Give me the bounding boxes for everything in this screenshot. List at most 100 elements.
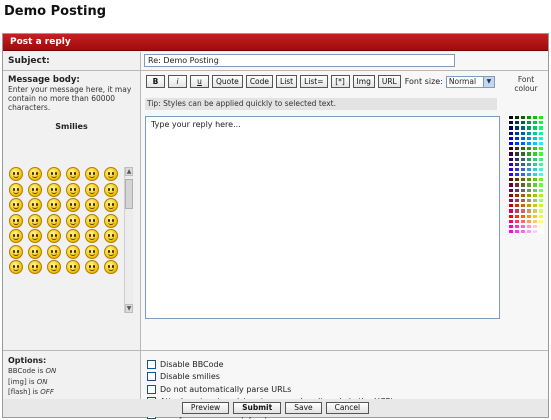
smiley-icon[interactable] xyxy=(104,182,118,197)
option-status-value: ON xyxy=(45,367,57,375)
smiley-icon[interactable] xyxy=(85,167,99,181)
smiley-icon[interactable] xyxy=(66,244,80,259)
option-status-label: [flash] is xyxy=(8,388,41,396)
subject-label-cell: Subject: xyxy=(3,52,141,70)
option-status: [flash] is OFF xyxy=(3,387,140,398)
smiley-icon[interactable] xyxy=(104,244,118,259)
format-button-list[interactable]: List= xyxy=(300,75,328,88)
smiley-icon[interactable] xyxy=(47,244,61,259)
smiley-icon[interactable] xyxy=(28,244,42,259)
format-button-list[interactable]: List xyxy=(276,75,298,88)
font-size-value: Normal xyxy=(448,77,477,86)
options-label: Options: xyxy=(8,356,47,365)
subject-label: Subject: xyxy=(8,56,50,66)
smiley-icon[interactable] xyxy=(47,167,61,181)
option-status-label: BBCode is xyxy=(8,367,46,375)
colour-swatch[interactable] xyxy=(538,229,544,235)
smiley-icon[interactable] xyxy=(66,167,80,181)
format-button-[interactable]: [*] xyxy=(330,75,350,88)
smiley-icon[interactable] xyxy=(66,229,80,243)
smiley-icon[interactable] xyxy=(9,244,23,259)
preview-button[interactable]: Preview xyxy=(181,402,230,414)
smiley-icon[interactable] xyxy=(47,198,61,212)
smiley-icon[interactable] xyxy=(9,198,23,212)
smiley-icon[interactable] xyxy=(28,229,42,243)
smiley-icon[interactable] xyxy=(28,167,42,181)
colour-palette xyxy=(508,115,544,235)
font-size-select[interactable]: Normal ▼ xyxy=(445,75,495,88)
smiley-icon[interactable] xyxy=(28,198,42,212)
smilies-scrollbar[interactable]: ▲ ▼ xyxy=(124,167,133,313)
smiley-icon[interactable] xyxy=(47,260,61,274)
option-status-value: OFF xyxy=(40,388,54,396)
smiley-icon[interactable] xyxy=(9,260,23,274)
checkbox-row[interactable]: Disable smilies xyxy=(141,371,548,384)
font-size-label: Font size: xyxy=(404,77,443,86)
message-textarea[interactable]: Type your reply here... xyxy=(145,116,500,319)
message-info-cell: Message body: Enter your message here, i… xyxy=(3,71,141,350)
option-status-label: [img] is xyxy=(8,377,37,386)
smiley-icon[interactable] xyxy=(66,198,80,212)
smiley-icon[interactable] xyxy=(28,213,42,228)
smiley-icon[interactable] xyxy=(104,213,118,228)
option-status: BBCode is ON xyxy=(3,366,140,377)
smilies-box: ▲ ▼ xyxy=(7,167,133,313)
formatting-toolbar: Bi u Quote Code List List= [*] Img URL Font size:… xyxy=(146,75,495,88)
smiley-icon[interactable] xyxy=(66,213,80,228)
subject-input[interactable]: Re: Demo Posting xyxy=(144,54,455,67)
checkbox[interactable] xyxy=(147,384,156,394)
smiley-icon[interactable] xyxy=(9,182,23,197)
smiley-icon[interactable] xyxy=(9,167,23,181)
smiley-icon[interactable] xyxy=(85,229,99,243)
scroll-up-icon[interactable]: ▲ xyxy=(125,167,133,176)
format-button-i[interactable]: i xyxy=(168,75,187,88)
checkbox-row[interactable]: Do not automatically parse URLs xyxy=(141,383,548,396)
subject-input-cell: Re: Demo Posting xyxy=(141,52,548,70)
submit-button[interactable]: Submit xyxy=(233,402,282,414)
message-row: Message body: Enter your message here, i… xyxy=(3,71,548,351)
smiley-icon[interactable] xyxy=(47,182,61,197)
smiley-icon[interactable] xyxy=(85,182,99,197)
message-body-label: Message body: xyxy=(8,75,80,85)
smiley-icon[interactable] xyxy=(28,182,42,197)
smiley-icon[interactable] xyxy=(104,198,118,212)
option-status-value: ON xyxy=(36,377,48,386)
action-bar: Preview Submit Save Cancel xyxy=(3,399,548,417)
option-status: [img] is ON xyxy=(3,377,140,388)
smiley-icon[interactable] xyxy=(47,213,61,228)
checkbox-label: Disable BBCode xyxy=(160,359,224,369)
subject-row: Subject: Re: Demo Posting xyxy=(3,52,548,71)
checkbox[interactable] xyxy=(147,372,156,382)
smiley-icon[interactable] xyxy=(85,213,99,228)
chevron-down-icon[interactable]: ▼ xyxy=(482,76,494,87)
cancel-button[interactable]: Cancel xyxy=(325,402,370,414)
format-button-img[interactable]: Img xyxy=(352,75,375,88)
smiley-icon[interactable] xyxy=(85,244,99,259)
format-button-url[interactable]: URL xyxy=(377,75,401,88)
page-title: Demo Posting xyxy=(4,4,107,19)
format-button-quote[interactable]: Quote xyxy=(212,75,243,88)
smiley-icon[interactable] xyxy=(85,198,99,212)
smiley-icon[interactable] xyxy=(66,182,80,197)
scroll-thumb[interactable] xyxy=(125,179,133,209)
smiley-icon[interactable] xyxy=(9,229,23,243)
save-button[interactable]: Save xyxy=(285,402,322,414)
message-body-description: Enter your message here, it may contain … xyxy=(8,85,132,112)
smiley-icon[interactable] xyxy=(85,260,99,274)
smiley-icon[interactable] xyxy=(47,229,61,243)
editor-cell: Bi u Quote Code List List= [*] Img URL Font size:… xyxy=(141,71,548,350)
format-button-b[interactable]: B xyxy=(146,75,165,88)
smiley-icon[interactable] xyxy=(9,213,23,228)
panel-header: Post a reply xyxy=(3,34,548,51)
smiley-icon[interactable] xyxy=(66,260,80,274)
format-button-code[interactable]: Code xyxy=(245,75,274,88)
smiley-icon[interactable] xyxy=(104,260,118,274)
checkbox[interactable] xyxy=(147,359,156,369)
smiley-icon[interactable] xyxy=(104,167,118,181)
smilies-title: Smilies xyxy=(55,122,88,131)
smiley-icon[interactable] xyxy=(104,229,118,243)
scroll-down-icon[interactable]: ▼ xyxy=(125,304,133,313)
smiley-icon[interactable] xyxy=(28,260,42,274)
checkbox-row[interactable]: Disable BBCode xyxy=(141,358,548,371)
format-button-u[interactable]: u xyxy=(190,75,209,88)
